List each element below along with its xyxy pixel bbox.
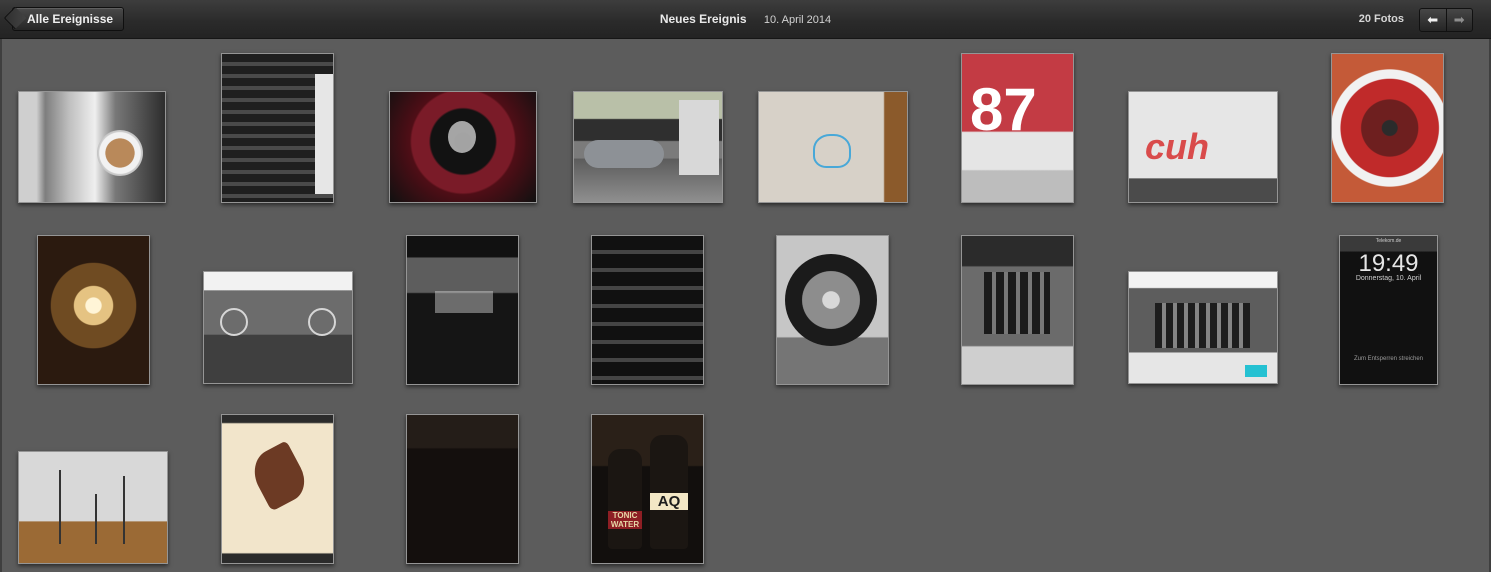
right-arrow-icon: ➡ xyxy=(1453,12,1465,27)
photo-count: 20 Fotos xyxy=(1358,13,1404,25)
photo-thumbnail[interactable] xyxy=(776,235,889,385)
photo-thumbnail[interactable] xyxy=(1331,53,1444,203)
photo-thumbnail[interactable] xyxy=(18,451,168,564)
event-toolbar: Alle Ereignisse Neues Ereignis 10. April… xyxy=(0,0,1491,39)
photo-thumbnail[interactable]: 87 xyxy=(961,53,1074,203)
event-name: Neues Ereignis xyxy=(659,12,747,26)
photo-grid: 87 cuh Telekom.de 19:49 Donnerstag, 10. … xyxy=(0,39,1491,572)
event-navigation: ⬅ ➡ xyxy=(1419,8,1473,32)
lock-screen-status: Telekom.de xyxy=(1375,238,1402,244)
photo-thumbnail[interactable] xyxy=(406,235,519,385)
lock-screen-time: 19:49 xyxy=(1358,250,1419,277)
photo-thumbnail[interactable] xyxy=(573,91,723,203)
next-event-button[interactable]: ➡ xyxy=(1445,9,1473,31)
event-date: 10. April 2014 xyxy=(763,14,832,26)
aq-label: AQ xyxy=(650,493,688,510)
photo-thumbnail[interactable]: cuh xyxy=(1128,91,1278,203)
photo-thumbnail[interactable] xyxy=(389,91,537,203)
photo-event-window: Alle Ereignisse Neues Ereignis 10. April… xyxy=(0,0,1491,572)
left-arrow-icon: ⬅ xyxy=(1427,12,1439,27)
phone-lock-screen-photo[interactable]: Telekom.de 19:49 Donnerstag, 10. April Z… xyxy=(1339,235,1438,385)
photo-thumbnail[interactable] xyxy=(221,414,334,564)
photo-thumbnail[interactable] xyxy=(1128,271,1278,384)
lock-screen-date: Donnerstag, 10. April xyxy=(1355,275,1422,282)
photo-thumbnail[interactable] xyxy=(37,235,150,385)
photo-thumbnail[interactable] xyxy=(18,91,166,203)
photo-thumbnail[interactable] xyxy=(591,235,704,385)
photo-thumbnail[interactable] xyxy=(406,414,519,564)
lock-screen-hint: Zum Entsperren streichen xyxy=(1353,356,1424,362)
event-title: Neues Ereignis 10. April 2014 xyxy=(0,0,1491,38)
photo-thumbnail[interactable] xyxy=(221,53,334,203)
tonic-water-bottles-photo[interactable]: TONIC WATER AQ xyxy=(591,414,704,564)
photo-thumbnail[interactable] xyxy=(961,235,1074,385)
photo-thumbnail[interactable] xyxy=(203,271,353,384)
tonic-label: TONIC WATER xyxy=(608,511,642,529)
previous-event-button[interactable]: ⬅ xyxy=(1420,9,1446,31)
photo-thumbnail[interactable] xyxy=(758,91,908,203)
